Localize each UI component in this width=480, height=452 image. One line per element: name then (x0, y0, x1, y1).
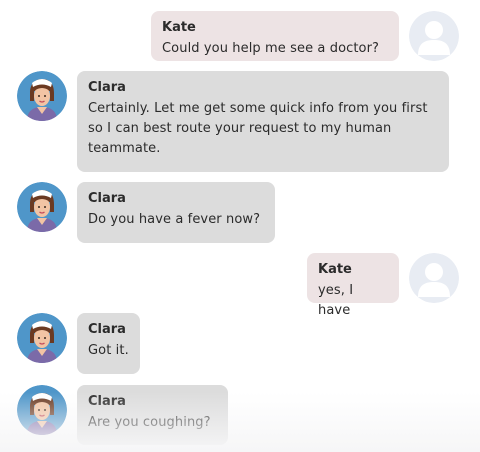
message-sender: Kate (318, 262, 352, 277)
message-text: yes, I have (318, 283, 354, 318)
bot-message-bubble: Clara Certainly. Let me get some quick i… (77, 71, 449, 172)
bottom-fade (0, 392, 480, 452)
message-text: Are you coughing? (88, 415, 211, 430)
nurse-avatar-icon (17, 182, 67, 232)
message-text: Could you help me see a doctor? (162, 41, 380, 56)
message-text: Certainly. Let me get some quick info fr… (88, 101, 428, 156)
bot-message-bubble: Clara Got it. (77, 313, 140, 374)
message-sender: Clara (88, 80, 126, 95)
nurse-avatar-icon (17, 313, 67, 363)
message-text: Got it. (88, 343, 129, 358)
message-sender: Kate (162, 20, 196, 35)
message-sender: Clara (88, 191, 126, 206)
user-avatar-icon (409, 253, 459, 303)
message-sender: Clara (88, 394, 126, 409)
message-sender: Clara (88, 322, 126, 337)
user-message-bubble: Kate Could you help me see a doctor? (151, 11, 399, 61)
nurse-avatar-icon (17, 71, 67, 121)
user-avatar-icon (409, 11, 459, 61)
user-message-bubble: Kate yes, I have (307, 253, 399, 318)
bot-message-bubble: Clara Do you have a fever now? (77, 182, 275, 243)
chat-transcript: Kate Could you help me see a doctor? Cla… (0, 0, 480, 452)
bot-message-bubble: Clara Are you coughing? (77, 385, 228, 445)
message-text: Do you have a fever now? (88, 212, 261, 227)
nurse-avatar-icon (17, 385, 67, 435)
